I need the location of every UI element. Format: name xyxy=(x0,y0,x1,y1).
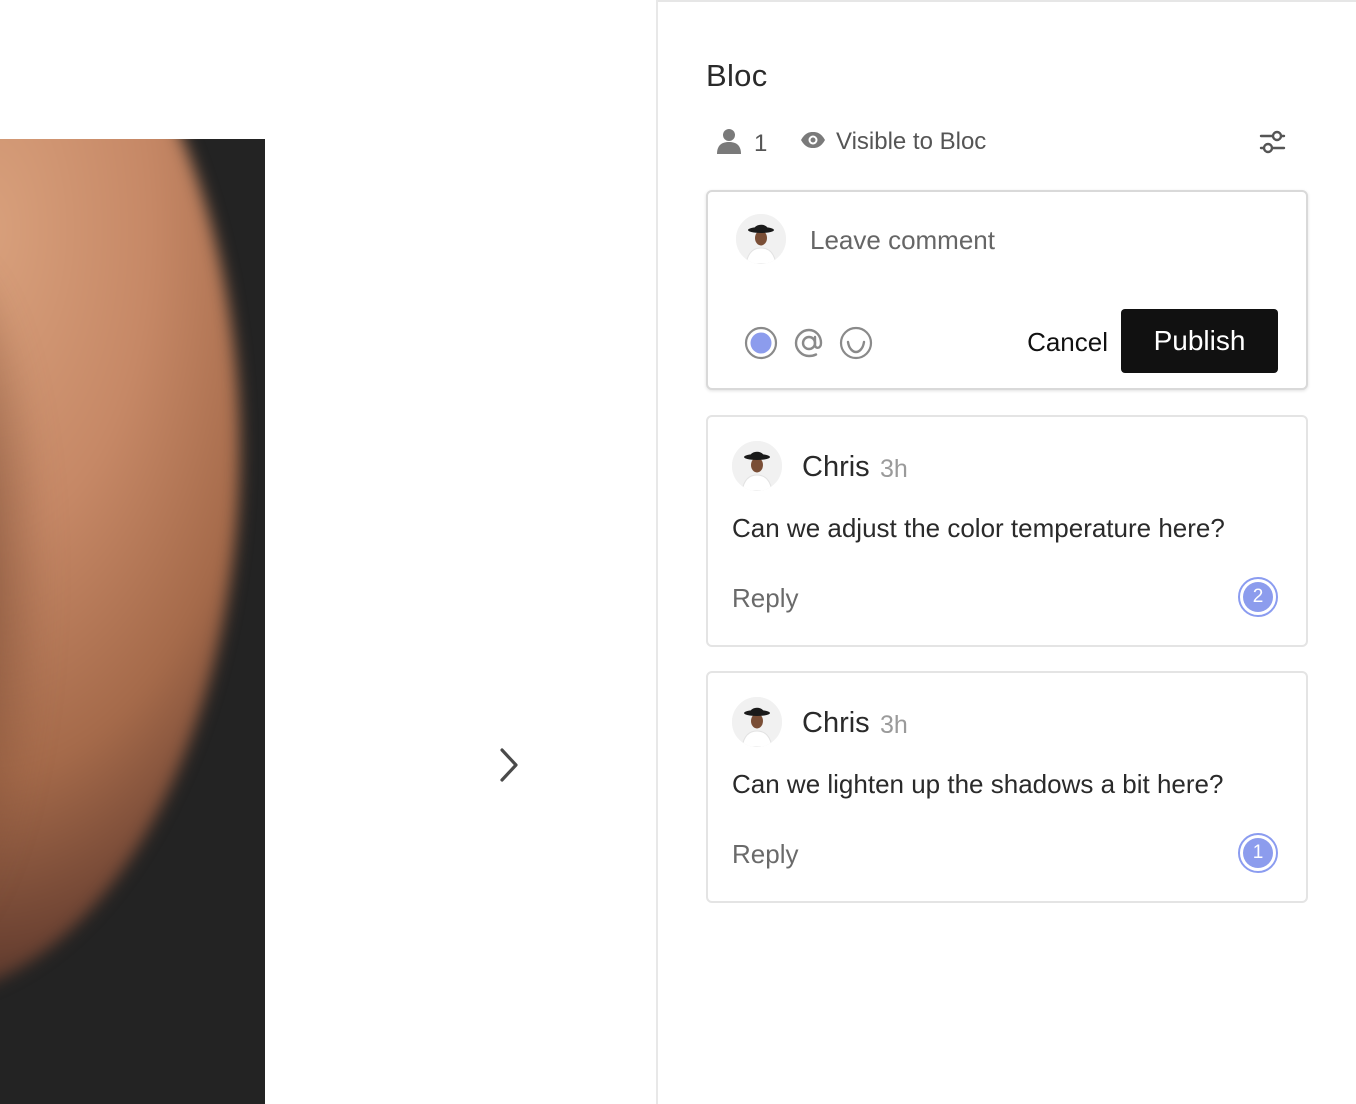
avatar xyxy=(732,441,782,491)
member-count[interactable]: 1 xyxy=(716,128,767,159)
comment-composer: Cancel Publish xyxy=(706,190,1308,390)
pin-number-badge[interactable]: 1 xyxy=(1238,833,1278,873)
user-icon xyxy=(716,128,742,159)
avatar xyxy=(732,697,782,747)
pin-number-badge[interactable]: 2 xyxy=(1238,577,1278,617)
comments-panel: Bloc 1 Visible to Bloc Leave comment Can… xyxy=(658,0,1356,1104)
sliders-icon[interactable] xyxy=(1256,126,1288,158)
eye-icon xyxy=(800,131,826,154)
member-count-value: 1 xyxy=(754,129,768,157)
comment-text: Can we adjust the color temperature here… xyxy=(732,513,1225,543)
visibility-setting[interactable]: Visible to Bloc xyxy=(800,128,986,156)
comment-author: Chris xyxy=(802,707,870,739)
pin-number: 1 xyxy=(1243,838,1273,868)
comment-input[interactable] xyxy=(810,222,1270,258)
comment-time: 3h xyxy=(880,711,908,739)
pin-dot-icon[interactable] xyxy=(744,326,778,360)
at-mention-icon[interactable] xyxy=(792,326,826,360)
pin-number: 2 xyxy=(1243,582,1273,612)
comment-time: 3h xyxy=(880,455,908,483)
image-canvas[interactable] xyxy=(0,0,656,1104)
panel-meta: 1 Visible to Bloc xyxy=(716,126,1296,158)
publish-button[interactable]: Publish xyxy=(1121,309,1278,373)
reply-button[interactable]: Reply xyxy=(732,839,798,870)
panel-title: Bloc xyxy=(706,58,768,93)
photo-preview[interactable] xyxy=(0,139,265,1104)
chevron-right-icon[interactable] xyxy=(494,746,526,784)
reply-button[interactable]: Reply xyxy=(732,583,798,614)
comment-card[interactable]: Chris 3h Can we adjust the color tempera… xyxy=(706,415,1308,647)
cancel-button[interactable]: Cancel xyxy=(1012,324,1108,360)
visibility-label: Visible to Bloc xyxy=(836,128,987,155)
avatar xyxy=(736,214,786,264)
comment-card[interactable]: Chris 3h Can we lighten up the shadows a… xyxy=(706,671,1308,903)
comment-text: Can we lighten up the shadows a bit here… xyxy=(732,769,1224,799)
emoji-icon[interactable] xyxy=(839,326,873,360)
comment-author: Chris xyxy=(802,451,870,483)
